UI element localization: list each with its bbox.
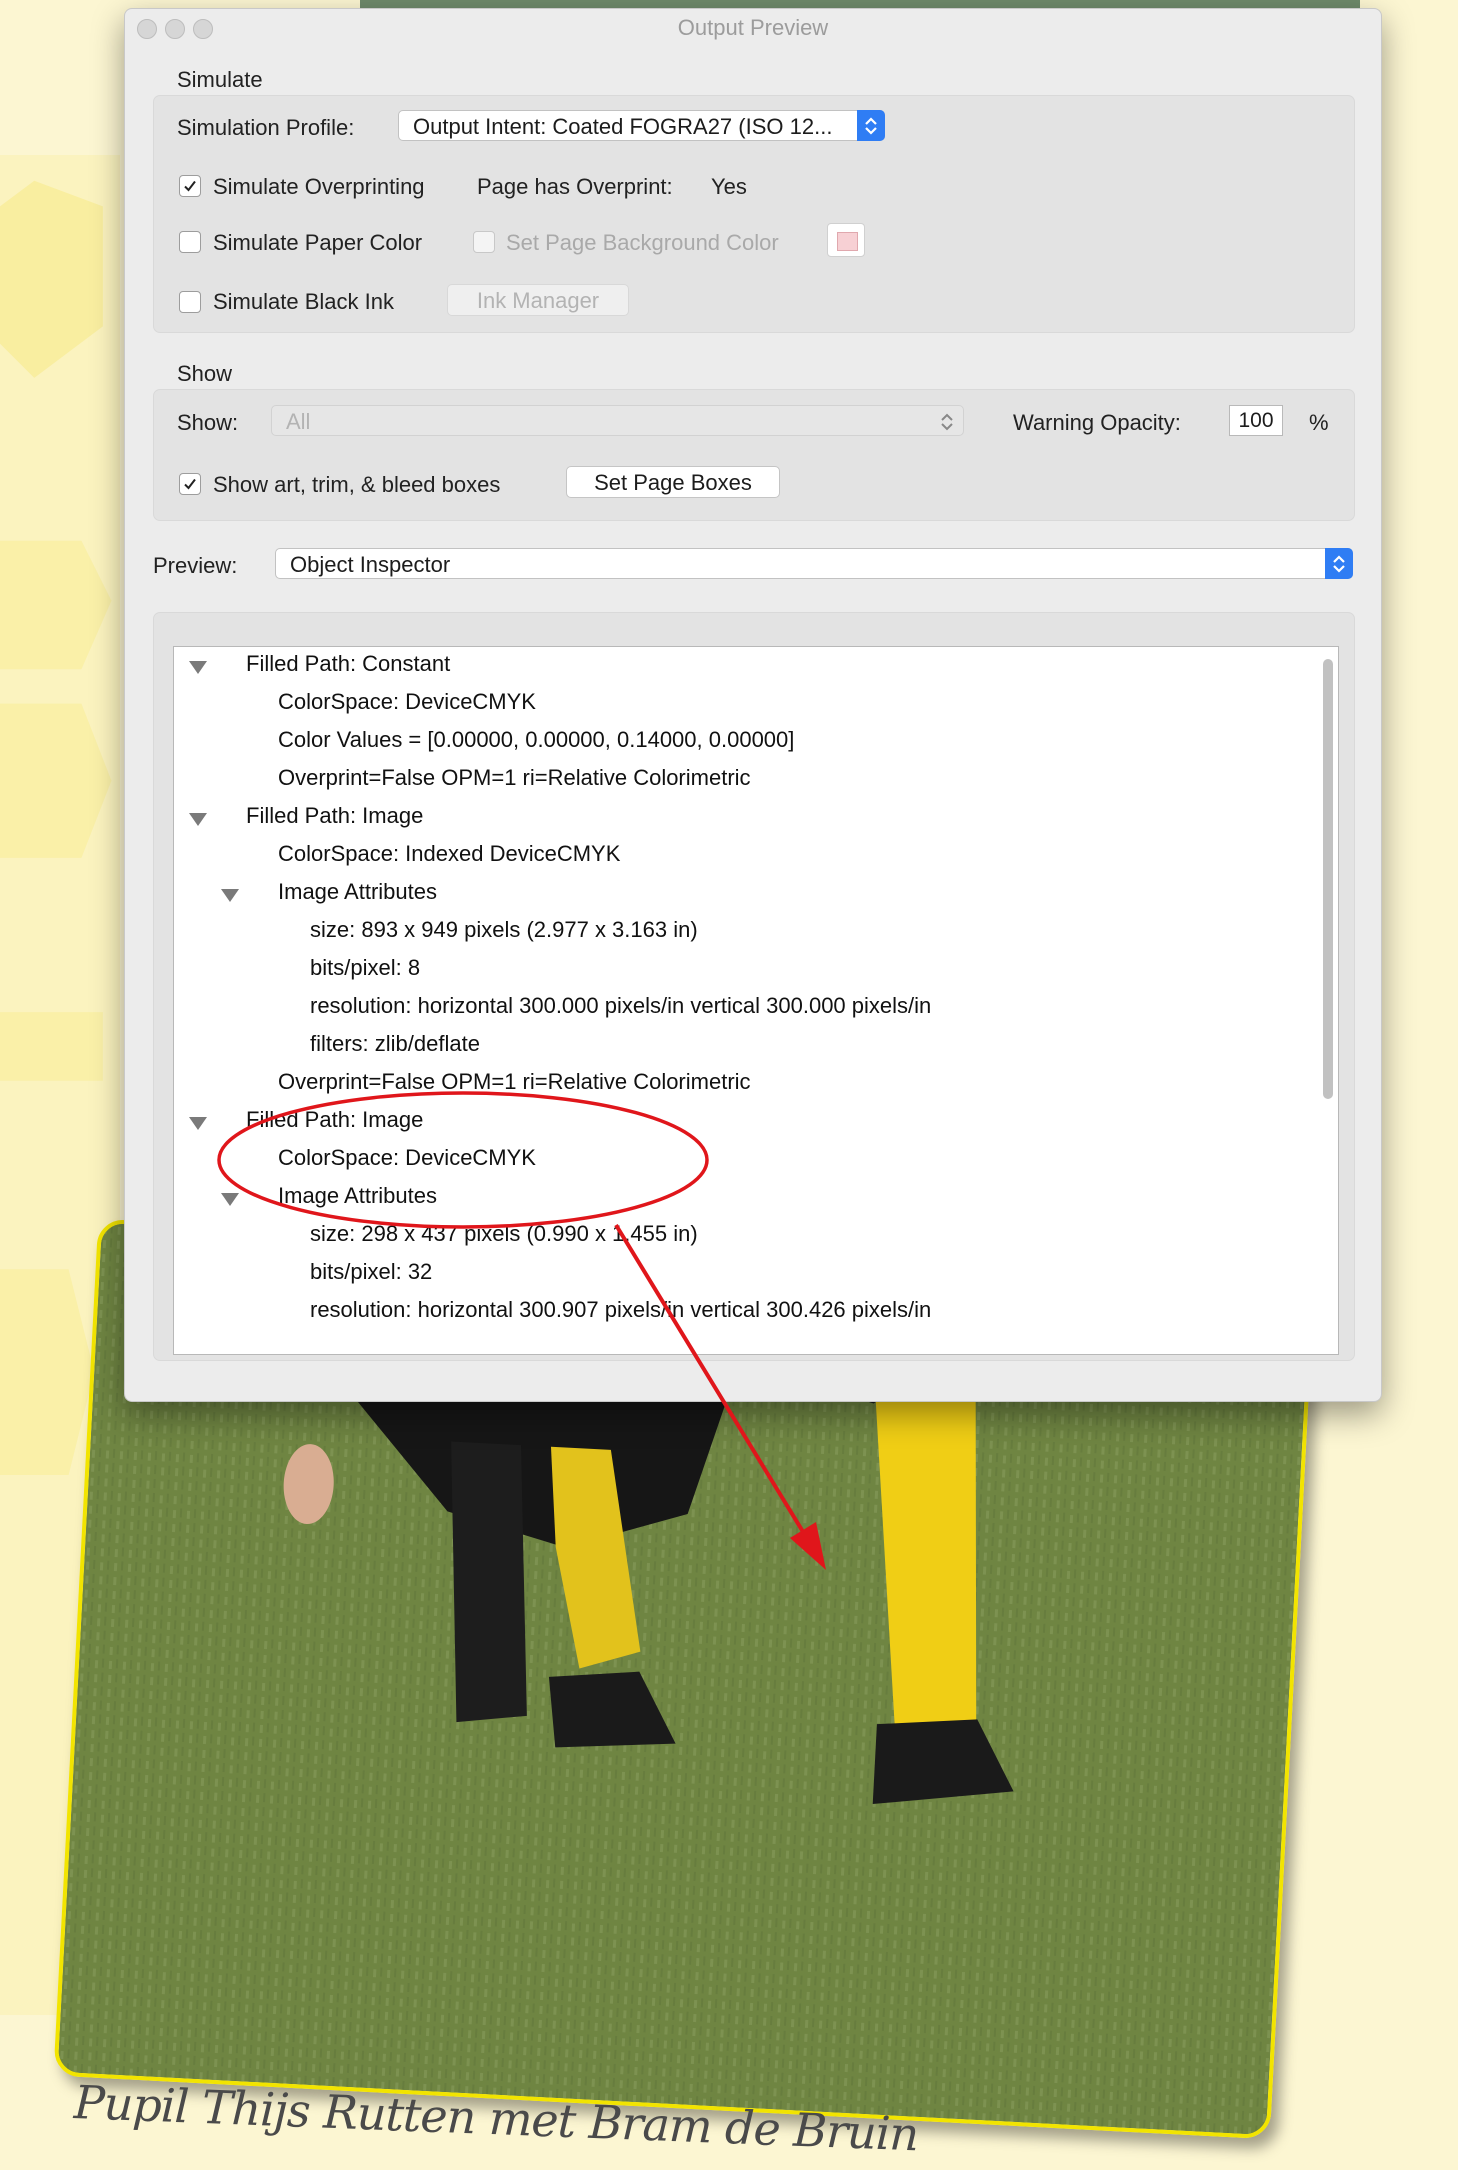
tree-row[interactable]: Color Values = [0.00000, 0.00000, 0.1400… — [278, 727, 794, 765]
page-overprint-label: Page has Overprint: — [477, 174, 673, 199]
tree-row[interactable]: Image Attributes — [278, 879, 437, 917]
set-page-background-label: Set Page Background Color — [506, 230, 779, 255]
tree-row[interactable]: filters: zlib/deflate — [310, 1031, 480, 1069]
show-boxes-label: Show art, trim, & bleed boxes — [213, 472, 501, 497]
title-bar[interactable]: Output Preview — [125, 9, 1381, 43]
chevron-updown-icon — [857, 110, 885, 141]
tree-row[interactable]: bits/pixel: 8 — [310, 955, 420, 993]
tree-row[interactable]: bits/pixel: 32 — [310, 1259, 432, 1297]
page-background-color-swatch[interactable] — [827, 223, 865, 257]
output-preview-window: Output Preview Simulate Simulation Profi… — [124, 8, 1382, 1402]
tree-row[interactable]: Image Attributes — [278, 1183, 437, 1221]
window-title: Output Preview — [677, 15, 829, 40]
simulate-overprinting-checkbox[interactable] — [179, 175, 201, 197]
preview-label: Preview: — [153, 553, 238, 578]
show-section-label: Show — [177, 361, 233, 386]
simulation-profile-value: Output Intent: Coated FOGRA27 (ISO 12... — [413, 114, 833, 139]
disclosure-triangle-icon[interactable] — [221, 889, 239, 902]
color-swatch-fill — [837, 232, 858, 251]
tree-row[interactable]: resolution: horizontal 300.000 pixels/in… — [310, 993, 931, 1031]
warning-opacity-label: Warning Opacity: — [1013, 410, 1181, 435]
tree-row[interactable]: size: 298 x 437 pixels (0.990 x 1.455 in… — [310, 1221, 698, 1259]
tree-row[interactable]: ColorSpace: DeviceCMYK — [278, 1145, 536, 1183]
tree-row[interactable]: Overprint=False OPM=1 ri=Relative Colori… — [278, 1069, 751, 1107]
checkmark-icon — [184, 180, 196, 192]
checkmark-icon — [184, 478, 196, 490]
set-page-background-checkbox[interactable] — [473, 231, 495, 253]
tree-scrollbar[interactable] — [1323, 659, 1333, 1099]
tree-row[interactable]: size: 893 x 949 pixels (2.977 x 3.163 in… — [310, 917, 698, 955]
chevron-updown-icon — [941, 413, 953, 431]
simulation-profile-label: Simulation Profile: — [177, 115, 355, 140]
tree-row[interactable]: Filled Path: Image — [246, 803, 423, 841]
ink-manager-button[interactable]: Ink Manager — [447, 284, 629, 316]
disclosure-triangle-icon[interactable] — [221, 1193, 239, 1206]
tree-row[interactable]: Filled Path: Constant — [246, 651, 450, 689]
warning-opacity-input[interactable]: 100 — [1229, 405, 1283, 436]
simulate-section-label: Simulate — [177, 67, 263, 92]
simulate-black-ink-checkbox[interactable] — [179, 291, 201, 313]
object-inspector-tree[interactable]: Filled Path: Constant ColorSpace: DeviceC… — [173, 646, 1339, 1355]
page-overprint-value: Yes — [711, 174, 747, 199]
tree-row[interactable]: resolution: horizontal 300.907 pixels/in… — [310, 1297, 931, 1335]
preview-select[interactable]: Object Inspector — [275, 548, 1353, 579]
show-boxes-checkbox[interactable] — [179, 473, 201, 495]
tree-row[interactable]: ColorSpace: DeviceCMYK — [278, 689, 536, 727]
simulation-profile-select[interactable]: Output Intent: Coated FOGRA27 (ISO 12... — [398, 110, 885, 141]
percent-sign: % — [1309, 410, 1329, 435]
show-value: All — [286, 409, 311, 434]
show-label: Show: — [177, 410, 239, 435]
simulate-black-ink-label: Simulate Black Ink — [213, 289, 394, 314]
simulate-overprinting-label: Simulate Overprinting — [213, 174, 425, 199]
disclosure-triangle-icon[interactable] — [189, 1117, 207, 1130]
preview-value: Object Inspector — [290, 552, 451, 577]
simulate-paper-color-checkbox[interactable] — [179, 231, 201, 253]
tree-row[interactable]: Overprint=False OPM=1 ri=Relative Colori… — [278, 765, 751, 803]
chevron-updown-icon — [1325, 548, 1353, 579]
set-page-boxes-button[interactable]: Set Page Boxes — [566, 466, 780, 498]
tree-row[interactable]: Filled Path: Image — [246, 1107, 423, 1145]
disclosure-triangle-icon[interactable] — [189, 661, 207, 674]
simulate-paper-color-label: Simulate Paper Color — [213, 230, 423, 255]
show-select[interactable]: All — [271, 405, 964, 436]
disclosure-triangle-icon[interactable] — [189, 813, 207, 826]
tree-row[interactable]: ColorSpace: Indexed DeviceCMYK — [278, 841, 620, 879]
